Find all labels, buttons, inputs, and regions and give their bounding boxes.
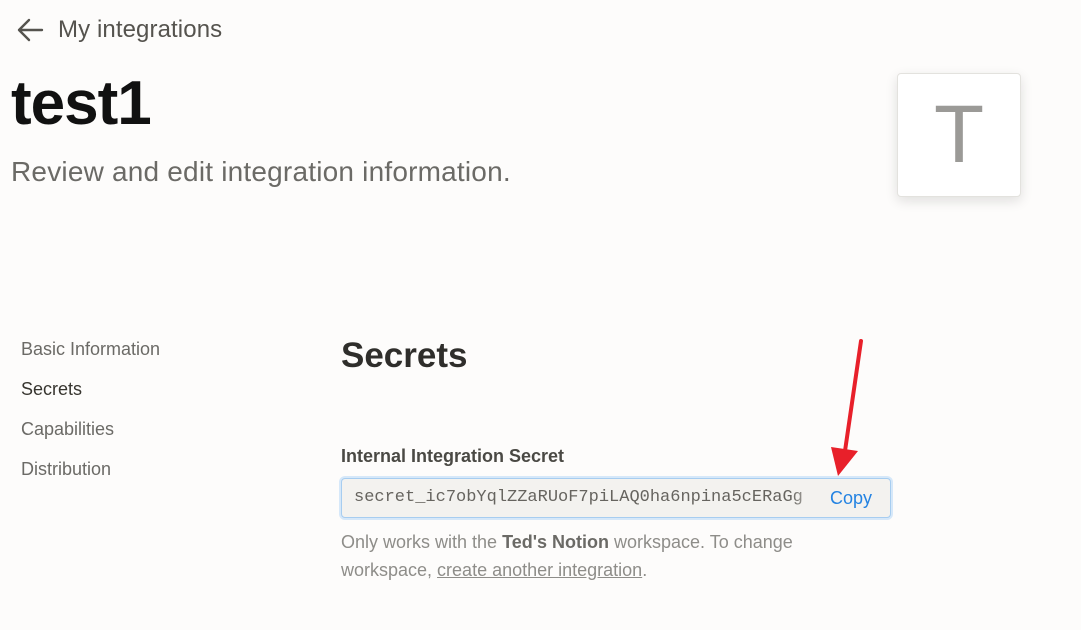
page-title: test1	[11, 69, 152, 138]
secret-value[interactable]: secret_ic7obYqlZZaRUoF7piLAQ0ha6npina5cE…	[354, 486, 824, 510]
secret-field-label: Internal Integration Secret	[341, 446, 565, 466]
secret-field[interactable]: secret_ic7obYqlZZaRUoF7piLAQ0ha6npina5cE…	[341, 478, 891, 518]
copy-button[interactable]: Copy	[830, 488, 872, 509]
sidebar-item-basic-information[interactable]: Basic Information	[21, 337, 160, 377]
back-link-label: My integrations	[58, 16, 223, 43]
workspace-name: Ted's Notion	[502, 532, 609, 552]
sidebar-item-capabilities[interactable]: Capabilities	[21, 417, 160, 457]
help-text-prefix: Only works with the	[341, 532, 503, 552]
red-arrow-annotation-icon	[831, 339, 863, 476]
create-another-integration-link[interactable]: create another integration	[437, 560, 642, 580]
help-text-suffix: .	[642, 560, 648, 580]
integration-avatar[interactable]: T	[897, 73, 1021, 197]
settings-sidebar: Basic Information Secrets Capabilities D…	[21, 337, 160, 497]
sidebar-item-distribution[interactable]: Distribution	[21, 457, 160, 497]
page-subtitle: Review and edit integration information.	[11, 156, 511, 187]
sidebar-item-secrets[interactable]: Secrets	[21, 377, 160, 417]
arrow-left-icon	[17, 18, 44, 42]
section-title-secrets: Secrets	[341, 336, 468, 375]
secret-help-text: Only works with the Ted's Notion workspa…	[341, 528, 861, 584]
back-to-integrations-link[interactable]: My integrations	[16, 16, 222, 44]
avatar-letter: T	[933, 89, 985, 180]
